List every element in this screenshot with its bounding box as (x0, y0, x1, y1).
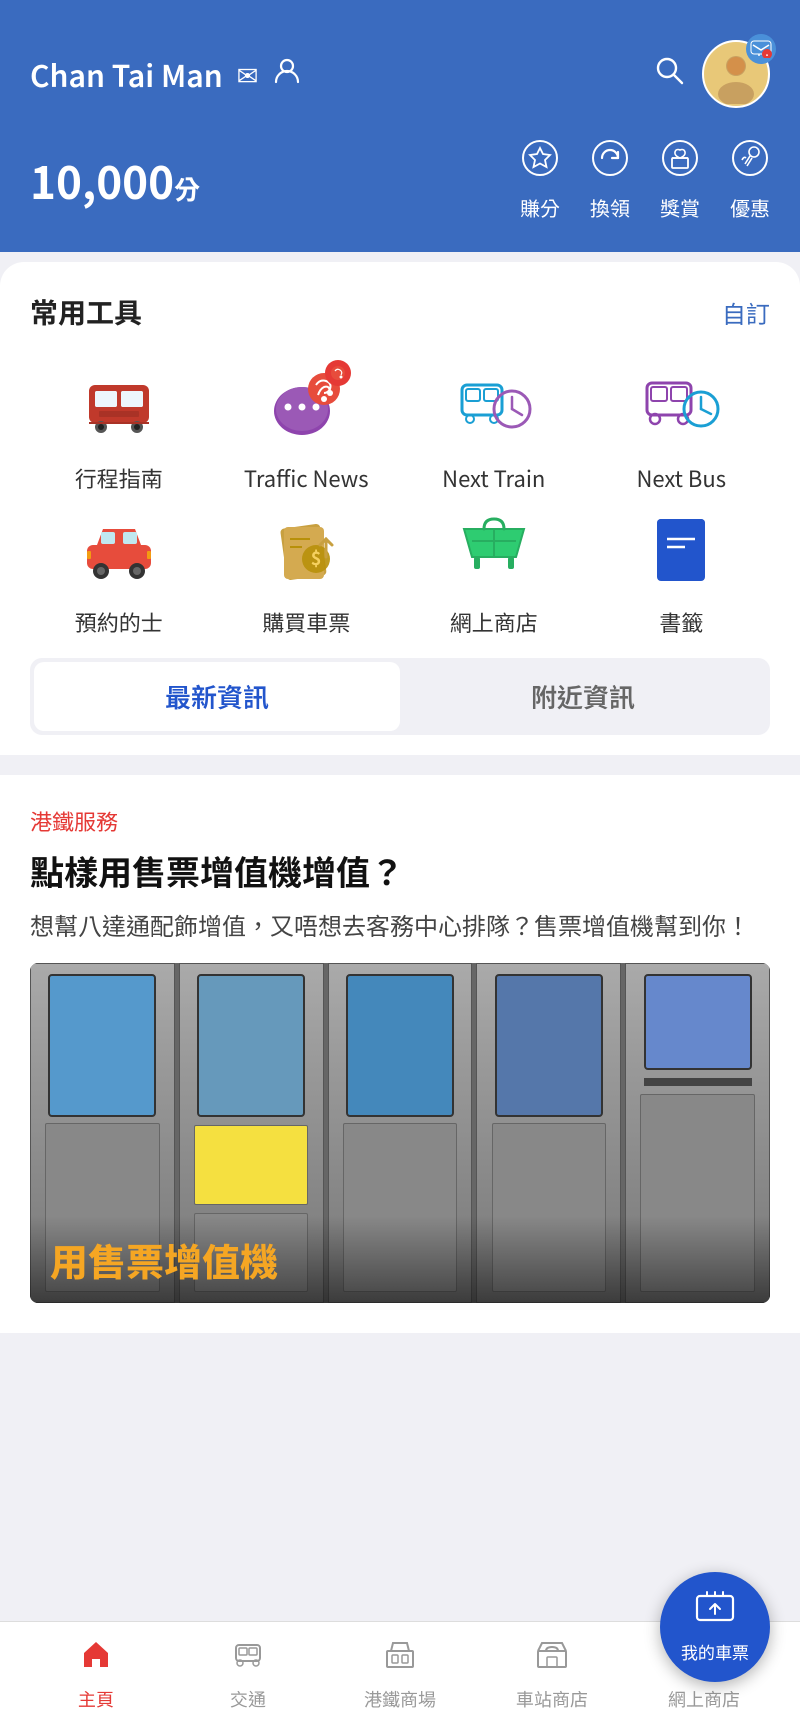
reward-icon (660, 138, 700, 187)
quick-action-redeem[interactable]: 換領 (590, 138, 630, 222)
tools-section-title: 常用工具 (30, 292, 142, 332)
journey-icon-wrapper (74, 360, 164, 450)
transport-label: 交通 (230, 1686, 266, 1712)
journey-label: 行程指南 (75, 462, 163, 494)
tabs-row: 最新資訊 附近資訊 (30, 658, 770, 735)
next-bus-icon (641, 365, 721, 445)
journey-icon (79, 365, 159, 445)
next-train-icon (454, 365, 534, 445)
transport-icon (231, 1636, 265, 1680)
online-shop-label: 網上商店 (450, 606, 538, 638)
header-top: Chan Tai Man ✉ (30, 40, 770, 108)
image-caption: 用售票增值機 (50, 1232, 278, 1287)
bookmark-icon-wrapper (636, 504, 726, 594)
nav-station-shop[interactable]: 車站商店 (476, 1636, 628, 1712)
tab-nearby[interactable]: 附近資訊 (400, 662, 766, 731)
mail-icon[interactable]: ✉ (237, 56, 259, 93)
traffic-news-badge (325, 360, 351, 386)
offer-label: 優惠 (730, 193, 770, 222)
notification-badge: ••• (746, 34, 776, 64)
next-train-label: Next Train (442, 462, 545, 494)
mtr-mall-label: 港鐵商場 (364, 1686, 436, 1712)
next-bus-label: Next Bus (636, 462, 726, 494)
quick-actions: 賺分 換領 (520, 138, 770, 222)
quick-action-offer[interactable]: 優惠 (730, 138, 770, 222)
header: Chan Tai Man ✉ (0, 0, 800, 252)
news-image[interactable]: 用售票增值機 (30, 963, 770, 1303)
machine-screen-4 (495, 974, 603, 1117)
header-right: ••• (652, 40, 770, 108)
machine-body-2 (194, 1125, 309, 1204)
tool-bookmark[interactable]: 書籤 (593, 504, 771, 638)
my-ticket-fab[interactable]: 我的車票 (660, 1572, 770, 1682)
buy-ticket-icon-wrapper: $ (261, 504, 351, 594)
divider (0, 755, 800, 775)
mtr-mall-icon (383, 1636, 417, 1680)
online-shop-icon-wrapper (449, 504, 539, 594)
machine-screen-3 (346, 974, 454, 1117)
nav-home[interactable]: 主頁 (20, 1636, 172, 1712)
taxi-icon (79, 509, 159, 589)
machine-screen-1 (48, 974, 156, 1117)
tool-taxi[interactable]: 預約的士 (30, 504, 208, 638)
tools-grid-row2: 預約的士 $ 購買車票 (30, 504, 770, 638)
online-shop-icon (454, 509, 534, 589)
next-train-icon-wrapper (449, 360, 539, 450)
tool-online-shop[interactable]: 網上商店 (405, 504, 583, 638)
home-icon (79, 1636, 113, 1680)
username: Chan Tai Man (30, 52, 223, 96)
home-label: 主頁 (78, 1686, 114, 1712)
customize-button[interactable]: 自訂 (722, 295, 770, 330)
profile-icon[interactable] (272, 55, 302, 93)
buy-ticket-icon: $ (266, 509, 346, 589)
next-bus-icon-wrapper (636, 360, 726, 450)
news-description: 想幫八達通配飾增值，又唔想去客務中心排隊？售票增值機幫到你！ (30, 907, 770, 943)
taxi-icon-wrapper (74, 504, 164, 594)
tools-grid-row1: 行程指南 (30, 360, 770, 494)
earn-icon (520, 138, 560, 187)
earn-label: 賺分 (520, 193, 560, 222)
fab-icon (695, 1590, 735, 1635)
redeem-icon (590, 138, 630, 187)
traffic-news-icon-wrapper (261, 360, 351, 450)
tool-next-train[interactable]: Next Train (405, 360, 583, 494)
station-shop-label: 車站商店 (516, 1686, 588, 1712)
quick-action-reward[interactable]: 獎賞 (660, 138, 700, 222)
tool-journey[interactable]: 行程指南 (30, 360, 208, 494)
station-shop-icon (535, 1636, 569, 1680)
quick-action-earn[interactable]: 賺分 (520, 138, 560, 222)
reward-label: 獎賞 (660, 193, 700, 222)
tool-traffic-news[interactable]: Traffic News (218, 360, 396, 494)
search-icon[interactable] (652, 52, 686, 96)
bookmark-icon (641, 509, 721, 589)
tool-buy-ticket[interactable]: $ 購買車票 (218, 504, 396, 638)
nav-mtr-mall[interactable]: 港鐵商場 (324, 1636, 476, 1712)
machine-screen-2 (197, 974, 305, 1117)
offer-icon (730, 138, 770, 187)
tools-section: 常用工具 自訂 行程指南 (0, 262, 800, 755)
svg-text:•••: ••• (755, 50, 772, 58)
news-section: 港鐵服務 點樣用售票增值機增值？ 想幫八達通配飾增值，又唔想去客務中心排隊？售票… (0, 775, 800, 1333)
taxi-label: 預約的士 (75, 606, 163, 638)
traffic-news-label: Traffic News (244, 462, 369, 494)
header-left: Chan Tai Man ✉ (30, 52, 302, 96)
points-row: 10,000分 賺分 (30, 138, 770, 222)
bookmark-label: 書籤 (659, 606, 703, 638)
tab-latest[interactable]: 最新資訊 (34, 662, 400, 731)
tool-next-bus[interactable]: Next Bus (593, 360, 771, 494)
points-value: 10,000分 (30, 148, 200, 212)
avatar-container[interactable]: ••• (702, 40, 770, 108)
news-title[interactable]: 點樣用售票增值機增值？ (30, 849, 770, 893)
svg-text:$: $ (311, 545, 322, 571)
fab-label: 我的車票 (681, 1639, 749, 1664)
buy-ticket-label: 購買車票 (262, 606, 350, 638)
nav-transport[interactable]: 交通 (172, 1636, 324, 1712)
points-display: 10,000分 (30, 148, 200, 212)
image-caption-overlay: 用售票增值機 (30, 1216, 770, 1303)
redeem-label: 換領 (590, 193, 630, 222)
machine-screen-5 (644, 974, 752, 1069)
news-category: 港鐵服務 (30, 805, 770, 837)
section-header: 常用工具 自訂 (30, 292, 770, 332)
online-shop-nav-label: 網上商店 (668, 1686, 740, 1712)
